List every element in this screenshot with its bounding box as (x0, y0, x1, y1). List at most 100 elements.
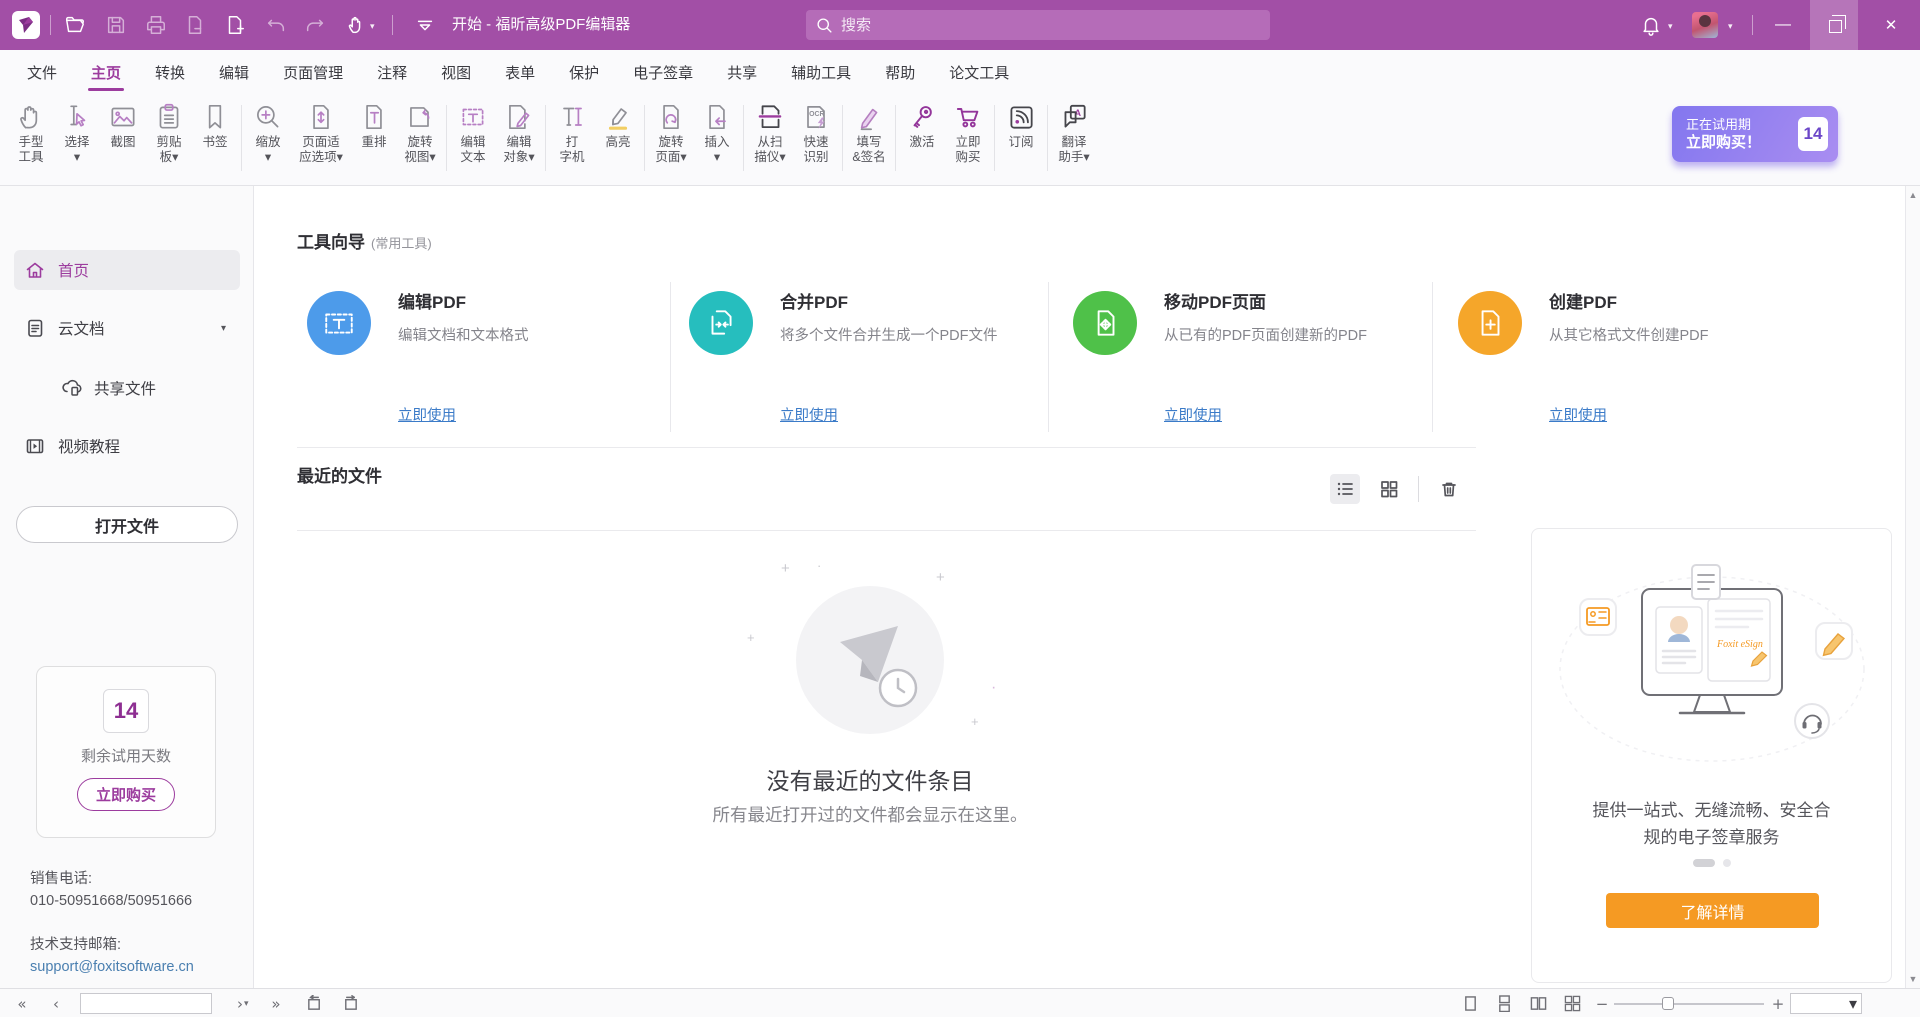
last-page-button[interactable]: » (262, 989, 290, 1018)
tool-activate[interactable]: 激活 (899, 101, 945, 150)
touch-mode-icon[interactable] (342, 12, 368, 38)
tool-fill-sign[interactable]: 填写&签名 (846, 101, 892, 165)
sidebar-item-shared-files[interactable]: 共享文件 (14, 368, 240, 408)
use-now-link[interactable]: 立即使用 (780, 404, 838, 425)
notifications-caret-icon[interactable]: ▾ (1668, 22, 1673, 31)
menu-accessibility[interactable]: 辅助工具 (774, 50, 868, 95)
tool-rotate-view[interactable]: 旋转视图▾ (397, 101, 443, 165)
menu-file[interactable]: 文件 (10, 50, 74, 95)
tool-quick-ocr[interactable]: OCR 快速识别 (793, 101, 839, 165)
menu-home[interactable]: 主页 (74, 50, 138, 95)
continuous-view-button[interactable] (1490, 989, 1518, 1018)
tool-card-merge-pdf[interactable]: 合并PDF 将多个文件合并生成一个PDF文件 立即使用 (689, 282, 1059, 432)
scroll-up-icon[interactable]: ▲ (1906, 190, 1920, 200)
save-icon[interactable] (103, 12, 129, 38)
zoom-out-button[interactable]: − (1592, 989, 1612, 1018)
tool-subscribe[interactable]: 订阅 (998, 101, 1044, 150)
carousel-dot-active[interactable] (1693, 859, 1715, 867)
next-page-button[interactable]: › (228, 989, 252, 1018)
redo-icon[interactable] (302, 12, 328, 38)
tool-fit-page[interactable]: 页面适应选项▾ (291, 101, 351, 165)
zoom-in-button[interactable]: + (1768, 989, 1788, 1018)
tool-card-move-pdf-pages[interactable]: 移动PDF页面 从已有的PDF页面创建新的PDF 立即使用 (1073, 282, 1443, 432)
undo-icon[interactable] (263, 12, 289, 38)
page-minus-icon[interactable] (182, 12, 208, 38)
grid-view-button[interactable] (1374, 474, 1404, 504)
tool-rotate-pages[interactable]: 旋转页面▾ (648, 101, 694, 165)
single-page-view-button[interactable] (1456, 989, 1484, 1018)
tool-insert-pages[interactable]: 插入▾ (694, 101, 740, 165)
touch-mode-caret-icon[interactable]: ▾ (370, 22, 375, 31)
menu-esign[interactable]: 电子签章 (616, 50, 710, 95)
page-number-combobox[interactable]: ▾ (80, 993, 212, 1014)
cloud-docs-caret-icon[interactable]: ▾ (221, 323, 226, 334)
menu-protect[interactable]: 保护 (552, 50, 616, 95)
tool-from-scanner[interactable]: 从扫描仪▾ (747, 101, 793, 165)
menu-convert[interactable]: 转换 (138, 50, 202, 95)
tool-zoom[interactable]: 缩放▾ (245, 101, 291, 165)
menu-label: 主页 (91, 62, 121, 83)
collapse-ribbon-icon[interactable] (412, 12, 438, 38)
tool-edit-text[interactable]: 编辑文本 (450, 101, 496, 165)
menu-comment[interactable]: 注释 (360, 50, 424, 95)
tool-hand[interactable]: 手型工具 (8, 101, 54, 165)
page-number-input[interactable] (81, 997, 244, 1011)
sidebar-item-home[interactable]: 首页 (14, 250, 240, 290)
menu-page-manage[interactable]: 页面管理 (266, 50, 360, 95)
tool-select[interactable]: 选择▾ (54, 101, 100, 165)
tool-card-edit-pdf[interactable]: 编辑PDF 编辑文档和文本格式 立即使用 (307, 282, 677, 432)
facing-view-button[interactable] (1524, 989, 1552, 1018)
use-now-link[interactable]: 立即使用 (1164, 404, 1222, 425)
buy-now-button[interactable]: 立即购买 (77, 778, 175, 811)
facing-continuous-view-button[interactable] (1558, 989, 1586, 1018)
menu-view[interactable]: 视图 (424, 50, 488, 95)
tool-typewriter[interactable]: 打字机 (549, 101, 595, 165)
zoom-level-combobox[interactable]: ▾ (1790, 993, 1862, 1014)
open-file-button[interactable]: 打开文件 (16, 506, 238, 543)
notifications-bell-icon[interactable] (1638, 12, 1664, 38)
sidebar-item-cloud-docs[interactable]: 云文档 ▾ (14, 308, 240, 348)
user-avatar[interactable] (1692, 12, 1718, 38)
use-now-link[interactable]: 立即使用 (398, 404, 456, 425)
search-input[interactable] (841, 17, 1260, 34)
tool-translate-assistant[interactable]: A 翻译助手▾ (1051, 101, 1097, 165)
first-page-button[interactable]: « (8, 989, 36, 1018)
zoom-slider-track[interactable] (1614, 1003, 1764, 1005)
close-button[interactable]: ✕ (1862, 0, 1920, 50)
menu-edit[interactable]: 编辑 (202, 50, 266, 95)
restore-button[interactable] (1810, 0, 1858, 50)
prev-page-button[interactable]: ‹ (44, 989, 68, 1018)
previous-view-button[interactable] (300, 989, 328, 1018)
list-view-button[interactable] (1330, 474, 1360, 504)
learn-more-button[interactable]: 了解详情 (1606, 893, 1819, 928)
tool-bookmark[interactable]: 书签 (192, 101, 238, 150)
tool-snapshot[interactable]: 截图 (100, 101, 146, 150)
menu-share[interactable]: 共享 (710, 50, 774, 95)
carousel-dot[interactable] (1723, 859, 1731, 867)
tool-highlight[interactable]: 高亮 (595, 101, 641, 150)
next-view-button[interactable] (336, 989, 364, 1018)
search-bar[interactable] (806, 10, 1270, 40)
trial-banner[interactable]: 正在试用期 立即购买！ 14 (1672, 106, 1838, 162)
tool-card-create-pdf[interactable]: 创建PDF 从其它格式文件创建PDF 立即使用 (1458, 282, 1828, 432)
tool-clipboard[interactable]: 剪贴板▾ (146, 101, 192, 165)
page-plus-icon[interactable] (222, 12, 248, 38)
support-email-link[interactable]: support@foxitsoftware.cn (30, 959, 194, 975)
open-file-icon[interactable] (62, 12, 88, 38)
tool-buy-now[interactable]: 立即购买 (945, 101, 991, 165)
carousel-dots[interactable] (1532, 859, 1891, 867)
vertical-scrollbar[interactable]: ▲ ▼ (1905, 186, 1920, 988)
clear-recent-button[interactable] (1434, 474, 1464, 504)
menu-paper-tools[interactable]: 论文工具 (932, 50, 1026, 95)
menu-form[interactable]: 表单 (488, 50, 552, 95)
tool-reflow[interactable]: 重排 (351, 101, 397, 150)
print-icon[interactable] (143, 12, 169, 38)
sidebar-item-video-tutorials[interactable]: 视频教程 (14, 426, 240, 466)
tool-edit-object[interactable]: 编辑对象▾ (496, 101, 542, 165)
account-caret-icon[interactable]: ▾ (1728, 22, 1733, 31)
menu-help[interactable]: 帮助 (868, 50, 932, 95)
minimize-button[interactable]: — (1760, 0, 1806, 50)
use-now-link[interactable]: 立即使用 (1549, 404, 1607, 425)
scroll-down-icon[interactable]: ▼ (1906, 974, 1920, 984)
zoom-slider-handle[interactable] (1662, 997, 1674, 1010)
